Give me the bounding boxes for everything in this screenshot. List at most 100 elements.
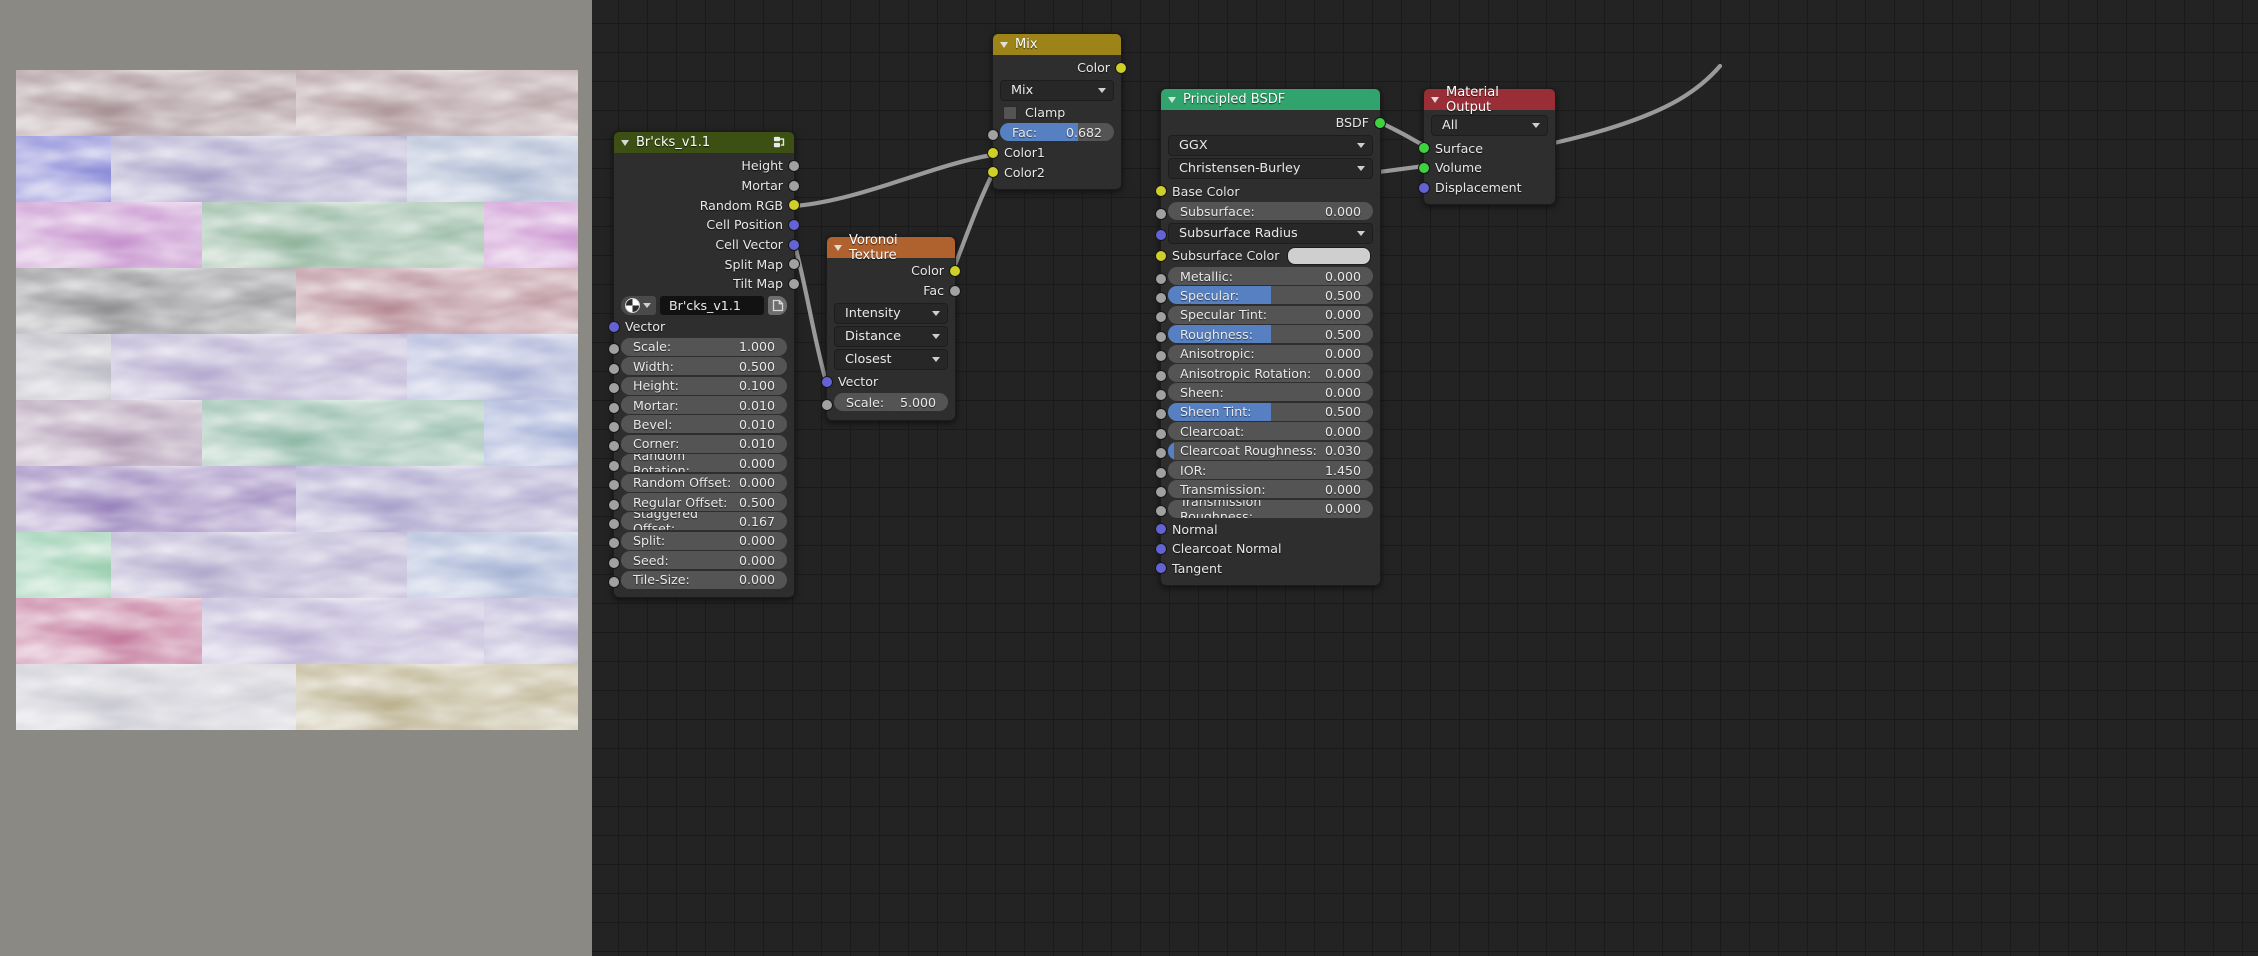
property-row[interactable]: Scale: 5.000 [821, 393, 955, 412]
value-slider[interactable]: Transmission: 0.000 [1168, 480, 1373, 499]
value-slider[interactable]: Sheen: 0.000 [1168, 383, 1373, 402]
socket-color[interactable] [949, 264, 961, 277]
bricks-datablock-row[interactable]: Br'cks_v1.1 [614, 294, 794, 317]
property-row[interactable]: Clearcoat Roughness: 0.030 [1155, 441, 1380, 460]
node-principled-bsdf[interactable]: Principled BSDF BSDF GGX Christensen-Bur… [1155, 88, 1386, 587]
socket-vector[interactable] [608, 320, 620, 333]
property-row[interactable]: Transmission: 0.000 [1155, 480, 1380, 499]
shader-node-editor-canvas[interactable]: Br'cks_v1.1 Height Mortar Random RGB Cell P… [592, 0, 2258, 956]
value-slider[interactable]: Regular Offset: 0.500 [621, 493, 787, 512]
socket-staggered-offset[interactable] [608, 517, 620, 530]
collapse-triangle-icon[interactable] [1168, 96, 1176, 103]
value-slider[interactable]: Tile-Size: 0.000 [621, 570, 787, 589]
property-row[interactable]: Corner: 0.010 [608, 434, 794, 453]
output-socket-row[interactable]: Height [614, 156, 800, 176]
socket-metallic[interactable] [1155, 272, 1167, 285]
mix-clamp-row[interactable]: Clamp [993, 103, 1121, 122]
node-header-mix[interactable]: Mix [993, 34, 1121, 55]
subsurface-radius-dropdown[interactable]: Subsurface Radius [1168, 222, 1373, 244]
socket-volume[interactable] [1418, 161, 1430, 174]
socket-normal[interactable] [1155, 523, 1167, 536]
value-slider[interactable]: Subsurface: 0.000 [1168, 202, 1373, 221]
value-slider[interactable]: Scale: 1.000 [621, 337, 787, 356]
output-socket-row[interactable]: Fac [827, 281, 961, 301]
property-row[interactable]: Roughness: 0.500 [1155, 325, 1380, 344]
property-row[interactable]: Specular Tint: 0.000 [1155, 305, 1380, 324]
node-header-bricks[interactable]: Br'cks_v1.1 [614, 132, 794, 153]
socket-roughness[interactable] [1155, 330, 1167, 343]
property-row[interactable]: Random Rotation: 0.000 [608, 454, 794, 473]
value-slider[interactable]: Transmission Roughness: 0.000 [1168, 499, 1373, 518]
voronoi-vector-input[interactable]: Vector [821, 372, 955, 392]
property-row[interactable]: Sheen Tint: 0.500 [1155, 402, 1380, 421]
collapse-triangle-icon[interactable] [1431, 96, 1439, 103]
property-row[interactable]: Mortar: 0.010 [608, 396, 794, 415]
property-row[interactable]: Subsurface: 0.000 [1155, 202, 1380, 221]
socket-displacement[interactable] [1418, 181, 1430, 194]
socket-base-color[interactable] [1155, 185, 1167, 198]
socket-clearcoat-roughness[interactable] [1155, 447, 1167, 460]
value-slider[interactable]: Staggered Offset: 0.167 [621, 512, 787, 531]
subsurface-color-swatch[interactable] [1287, 246, 1371, 265]
socket-tile-size[interactable] [608, 576, 620, 589]
socket-bsdf-out[interactable] [1374, 116, 1386, 129]
input-socket-row[interactable]: Tangent [1155, 559, 1380, 579]
bricks-vector-input[interactable]: Vector [608, 317, 794, 337]
socket-subsurface-radius[interactable] [1155, 228, 1167, 241]
value-slider[interactable]: Split: 0.000 [621, 531, 787, 550]
output-socket-row[interactable]: Cell Vector [614, 235, 800, 255]
property-row[interactable]: Staggered Offset: 0.167 [608, 512, 794, 531]
output-target-dropdown[interactable]: All [1431, 115, 1548, 137]
property-row[interactable]: Anisotropic: 0.000 [1155, 344, 1380, 363]
mix-blend-mode-dropdown[interactable]: Mix [1000, 79, 1114, 101]
browse-nodegroup-button[interactable] [621, 295, 656, 315]
node-header-voronoi[interactable]: Voronoi Texture [827, 233, 955, 263]
property-row[interactable]: Random Offset: 0.000 [608, 473, 794, 492]
bsdf-base-color-input[interactable]: Base Color [1155, 181, 1380, 201]
property-row[interactable]: IOR: 1.450 [1155, 461, 1380, 479]
node-voronoi-texture[interactable]: Voronoi Texture Color Fac Intensity Distan… [821, 233, 961, 421]
property-row[interactable]: Seed: 0.000 [608, 551, 794, 570]
value-slider[interactable]: Random Offset: 0.000 [621, 473, 787, 492]
property-row[interactable]: Height: 0.100 [608, 376, 794, 395]
property-row[interactable]: Bevel: 0.010 [608, 415, 794, 434]
socket-sheen[interactable] [1155, 388, 1167, 401]
output-socket-row[interactable]: Color [827, 261, 961, 281]
output-socket-row[interactable]: Mortar [614, 176, 800, 196]
socket-transmission[interactable] [1155, 485, 1167, 498]
value-slider[interactable]: Width: 0.500 [621, 357, 787, 376]
socket-specular-tint[interactable] [1155, 311, 1167, 324]
node-material-output[interactable]: Material Output All Surface Volume Displac… [1418, 85, 1556, 206]
socket-cell-vector[interactable] [788, 238, 800, 251]
socket-surface[interactable] [1418, 142, 1430, 155]
subsurface-color-row[interactable]: Subsurface Color [1155, 246, 1380, 266]
value-slider[interactable]: Bevel: 0.010 [621, 415, 787, 434]
value-slider[interactable]: Sheen Tint: 0.500 [1168, 402, 1373, 421]
socket-subsurface-color[interactable] [1155, 249, 1167, 262]
node-header-bsdf[interactable]: Principled BSDF [1161, 89, 1380, 110]
enum-dropdown[interactable]: Closest [834, 348, 948, 370]
output-socket-row[interactable]: Split Map [614, 254, 800, 274]
input-socket-row[interactable]: Displacement [1418, 178, 1555, 198]
socket-specular[interactable] [1155, 291, 1167, 304]
socket-scale[interactable] [821, 398, 833, 411]
socket-anisotropic-rotation[interactable] [1155, 369, 1167, 382]
property-row[interactable]: Regular Offset: 0.500 [608, 493, 794, 512]
output-socket-row[interactable]: Tilt Map [614, 274, 800, 294]
socket-fac[interactable] [949, 284, 961, 297]
enum-dropdown[interactable]: Intensity [834, 302, 948, 324]
value-slider[interactable]: Anisotropic: 0.000 [1168, 344, 1373, 363]
node-bricks-group[interactable]: Br'cks_v1.1 Height Mortar Random RGB Cell P… [608, 131, 800, 598]
bsdf-subsurface-method-dropdown[interactable]: Christensen-Burley [1168, 158, 1373, 180]
property-row[interactable]: Anisotropic Rotation: 0.000 [1155, 364, 1380, 383]
property-row[interactable]: Clearcoat: 0.000 [1155, 422, 1380, 441]
socket-tangent[interactable] [1155, 562, 1167, 575]
value-slider[interactable]: IOR: 1.450 [1168, 461, 1373, 479]
value-slider[interactable]: Random Rotation: 0.000 [621, 454, 787, 473]
input-socket-row[interactable]: Normal [1155, 519, 1380, 539]
input-socket-row[interactable]: Volume [1418, 158, 1555, 178]
collapse-triangle-icon[interactable] [1000, 41, 1008, 48]
value-slider[interactable]: Height: 0.100 [621, 376, 787, 395]
property-row[interactable]: Scale: 1.000 [608, 337, 794, 356]
socket-color2[interactable] [987, 166, 999, 179]
